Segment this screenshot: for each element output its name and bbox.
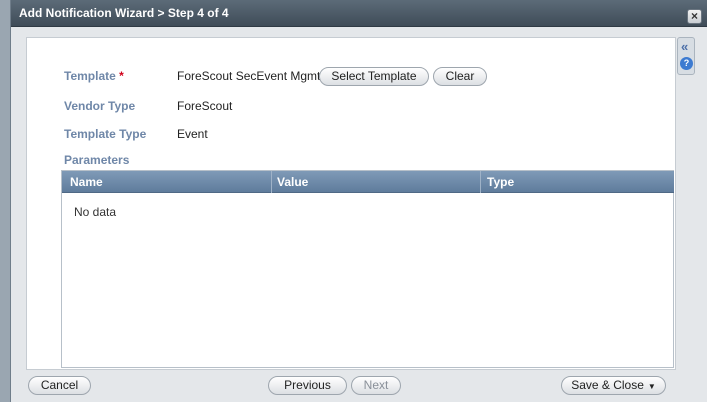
background-page-edge bbox=[0, 0, 10, 402]
required-marker: * bbox=[119, 69, 124, 83]
dialog-titlebar[interactable]: Add Notification Wizard > Step 4 of 4 × bbox=[11, 0, 707, 27]
vendor-type-value: ForeScout bbox=[177, 99, 233, 113]
dropdown-caret-icon: ▼ bbox=[647, 382, 656, 391]
close-icon[interactable]: × bbox=[687, 9, 702, 24]
template-type-label: Template Type bbox=[64, 127, 147, 141]
column-header-name[interactable]: Name bbox=[70, 175, 103, 189]
vendor-type-label: Vendor Type bbox=[64, 99, 136, 113]
dialog-title: Add Notification Wizard > Step 4 of 4 bbox=[19, 6, 229, 20]
side-panel-controls: « ? bbox=[677, 37, 695, 75]
clear-button[interactable]: Clear bbox=[433, 67, 487, 86]
select-template-button[interactable]: Select Template bbox=[319, 67, 429, 86]
save-and-close-button[interactable]: Save & Close ▼ bbox=[561, 376, 666, 395]
template-label: Template * bbox=[64, 69, 124, 83]
save-and-close-label: Save & Close bbox=[571, 378, 644, 392]
template-type-value: Event bbox=[177, 127, 208, 141]
parameters-label: Parameters bbox=[64, 153, 130, 167]
template-value: ForeScout SecEvent Mgmt bbox=[177, 69, 321, 83]
cancel-button[interactable]: Cancel bbox=[28, 376, 91, 395]
parameters-grid: Name Value Type No data bbox=[61, 170, 674, 368]
column-header-type[interactable]: Type bbox=[487, 175, 514, 189]
column-header-value[interactable]: Value bbox=[277, 175, 308, 189]
previous-button[interactable]: Previous bbox=[268, 376, 347, 395]
column-separator[interactable] bbox=[480, 171, 481, 193]
notification-wizard-dialog: Add Notification Wizard > Step 4 of 4 × … bbox=[10, 0, 707, 402]
collapse-double-chevron-icon[interactable]: « bbox=[681, 39, 688, 54]
help-icon[interactable]: ? bbox=[680, 57, 693, 70]
empty-grid-message: No data bbox=[74, 205, 117, 219]
next-button[interactable]: Next bbox=[351, 376, 401, 395]
grid-header: Name Value Type bbox=[62, 171, 674, 193]
column-separator[interactable] bbox=[271, 171, 272, 193]
